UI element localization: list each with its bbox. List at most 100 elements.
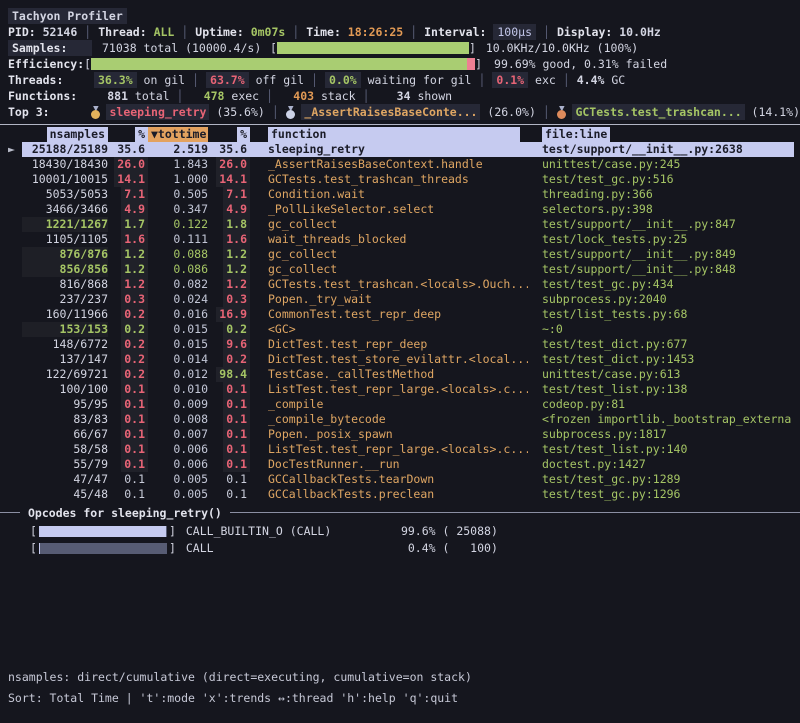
pct-cumulative-cell: 0.1	[208, 382, 250, 397]
pct-direct-value: 0.3	[121, 292, 148, 307]
pct-direct-value: 0.1	[121, 412, 148, 427]
row-marker-cell	[8, 442, 22, 457]
header-tottime-label[interactable]: ▼tottime	[148, 127, 208, 142]
table-row[interactable]: 160/119660.20.01616.9CommonTest.test_rep…	[8, 307, 794, 322]
table-row[interactable]: 876/8761.20.0881.2gc_collecttest/support…	[8, 247, 794, 262]
efficiency-bar-close: ]	[475, 56, 482, 72]
bronze-medal-icon	[557, 106, 567, 119]
table-row[interactable]: 55/790.10.0060.1DocTestRunner.__rundocte…	[8, 457, 794, 472]
tottime-cell: 0.009	[148, 397, 208, 412]
pct-cumulative-cell: 0.1	[208, 457, 250, 472]
fileline-cell: subprocess.py:2040	[528, 292, 794, 307]
table-row[interactable]: 58/580.10.0060.1ListTest.test_repr_large…	[8, 442, 794, 457]
fileline-cell: test/support/__init__.py:848	[528, 262, 794, 277]
pct-cumulative-value: 0.1	[223, 457, 250, 472]
pct-cumulative-cell: 0.1	[208, 487, 250, 502]
functions-row: Functions:881 total│478 exec│403 stack│3…	[8, 88, 800, 104]
row-marker-cell	[8, 487, 22, 502]
pct-direct-value: 0.1	[121, 457, 148, 472]
threads-unit-2: waiting for gil	[361, 72, 472, 88]
tottime-cell: 0.505	[148, 187, 208, 202]
header-tottime-sorted[interactable]: ▼tottime	[148, 127, 208, 142]
row-marker-cell	[8, 277, 22, 292]
fileline-cell: <frozen importlib._bootstrap_externa	[528, 412, 794, 427]
threads-unit-3: exc	[528, 72, 556, 88]
pct-cumulative-cell: 35.6	[208, 142, 250, 157]
table-row[interactable]: 148/67720.20.0159.6DictTest.test_repr_de…	[8, 337, 794, 352]
header-nsamples-label[interactable]: nsamples	[47, 127, 108, 142]
table-row[interactable]: 45/480.10.0050.1GCCallbackTests.preclean…	[8, 487, 794, 502]
table-row[interactable]: 100/1000.10.0100.1ListTest.test_repr_lar…	[8, 382, 794, 397]
pct-direct-cell: 0.2	[108, 322, 148, 337]
pct-cumulative-cell: 1.2	[208, 247, 250, 262]
tottime-cell: 0.082	[148, 277, 208, 292]
status-label-4: Interval:	[424, 24, 493, 40]
header-function-label[interactable]: function	[268, 127, 520, 142]
table-header-row: nsamples % ▼tottime % function file:line	[8, 127, 794, 142]
pct-direct-cell: 14.1	[108, 172, 148, 187]
top3-row: Top 3:sleeping_retry (35.6%)│_AssertRais…	[8, 104, 800, 120]
table-row[interactable]: 83/830.10.0080.1_compile_bytecode<frozen…	[8, 412, 794, 427]
function-cell: Condition.wait	[250, 187, 528, 202]
table-row[interactable]: 1221/12671.70.1221.8gc_collecttest/suppo…	[8, 217, 794, 232]
pct-direct-value: 1.7	[121, 217, 148, 232]
table-row[interactable]: 10001/1001514.11.00014.1GCTests.test_tra…	[8, 172, 794, 187]
header-pct1[interactable]: %	[108, 127, 148, 142]
fileline-cell: test/support/__init__.py:847	[528, 217, 794, 232]
table-row[interactable]: 237/2370.30.0240.3Popen._try_waitsubproc…	[8, 292, 794, 307]
row-marker-cell	[8, 172, 22, 187]
header-pct1-label[interactable]: %	[135, 127, 148, 142]
function-cell: gc_collect	[250, 217, 528, 232]
pct-cumulative-value: 0.1	[223, 487, 250, 502]
pct-cumulative-value: 0.2	[223, 322, 250, 337]
row-marker-cell	[8, 217, 22, 232]
samples-total: 71038 total (10000.4/s)	[92, 40, 270, 56]
status-value-5: 10.0Hz	[619, 24, 661, 40]
nsamples-cell: 876/876	[22, 247, 108, 262]
nsamples-cell: 18430/18430	[22, 157, 108, 172]
table-row[interactable]: 5053/50537.10.5057.1Condition.waitthread…	[8, 187, 794, 202]
table-row[interactable]: 122/697210.20.01298.4TestCase._callTestM…	[8, 367, 794, 382]
table-row[interactable]: 18430/1843026.01.84326.0_AssertRaisesBas…	[8, 157, 794, 172]
separator-bar: │	[265, 104, 286, 120]
pct-cumulative-value: 1.2	[223, 262, 250, 277]
top3-name-0[interactable]: sleeping_retry	[106, 104, 209, 120]
samples-bar-close: ]	[469, 40, 476, 56]
pct-cumulative-value: 1.2	[223, 277, 250, 292]
pct-cumulative-cell: 0.2	[208, 352, 250, 367]
separator-bar: │	[185, 72, 206, 88]
pct-cumulative-value: 98.4	[216, 367, 250, 382]
table-row[interactable]: 47/470.10.0050.1GCCallbackTests.tearDown…	[8, 472, 794, 487]
header-marker-cell	[8, 127, 22, 142]
function-cell: wait_threads_blocked	[250, 232, 528, 247]
efficiency-row: Efficiency: [ ] 99.69% good, 0.31% faile…	[8, 56, 800, 72]
functions-unit-0: total	[128, 88, 170, 104]
table-row[interactable]: 856/8561.20.0861.2gc_collecttest/support…	[8, 262, 794, 277]
header-pct2-label[interactable]: %	[237, 127, 250, 142]
pct-direct-value: 0.2	[121, 322, 148, 337]
threads-unit-0: on gil	[137, 72, 185, 88]
top3-name-2[interactable]: GCTests.test_trashcan...	[572, 104, 744, 120]
table-row[interactable]: 816/8681.20.0821.2GCTests.test_trashcan.…	[8, 277, 794, 292]
fileline-cell: test/test_gc.py:434	[528, 277, 794, 292]
pct-cumulative-value: 0.1	[223, 472, 250, 487]
header-fileline[interactable]: file:line	[528, 127, 794, 142]
top3-name-1[interactable]: _AssertRaisesBaseConte...	[301, 104, 480, 120]
header-fileline-label[interactable]: file:line	[542, 127, 610, 142]
header-function[interactable]: function	[250, 127, 528, 142]
table-row[interactable]: 137/1470.20.0140.2DictTest.test_store_ev…	[8, 352, 794, 367]
table-row[interactable]: 66/670.10.0070.1Popen._posix_spawnsubpro…	[8, 427, 794, 442]
table-row[interactable]: 95/950.10.0090.1_compilecodeop.py:81	[8, 397, 794, 412]
function-cell: DictTest.test_repr_deep	[250, 337, 528, 352]
status-value-1: ALL	[154, 24, 175, 40]
fileline-cell: codeop.py:81	[528, 397, 794, 412]
table-row[interactable]: 1105/11051.60.1111.6wait_threads_blocked…	[8, 232, 794, 247]
header-nsamples[interactable]: nsamples	[22, 127, 108, 142]
pct-direct-value: 26.0	[114, 157, 148, 172]
table-row[interactable]: 153/1530.20.0150.2<GC>~:0	[8, 322, 794, 337]
header-pct2[interactable]: %	[208, 127, 250, 142]
table-row[interactable]: ►25188/2518935.62.51935.6sleeping_retryt…	[8, 142, 794, 157]
pct-cumulative-value: 35.6	[216, 142, 250, 157]
threads-row: Threads:36.3% on gil│63.7% off gil│0.0% …	[8, 72, 800, 88]
table-row[interactable]: 3466/34664.90.3474.9_PollLikeSelector.se…	[8, 202, 794, 217]
